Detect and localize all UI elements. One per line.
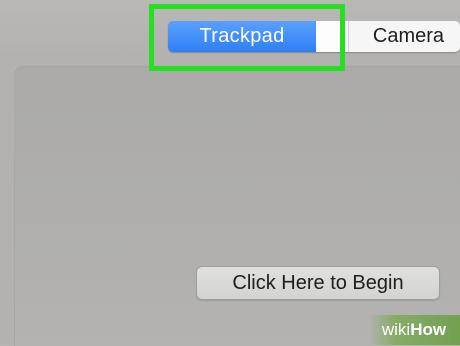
watermark-suffix: How	[410, 320, 447, 339]
highlight-box	[149, 4, 345, 71]
tab-camera[interactable]: Camera	[348, 21, 460, 52]
sidebar-edge	[0, 66, 14, 345]
content-panel	[14, 66, 460, 346]
click-here-to-begin-button[interactable]: Click Here to Begin	[196, 266, 440, 300]
wikihow-watermark: wiki How	[368, 315, 460, 345]
watermark-prefix: wiki	[381, 320, 411, 339]
